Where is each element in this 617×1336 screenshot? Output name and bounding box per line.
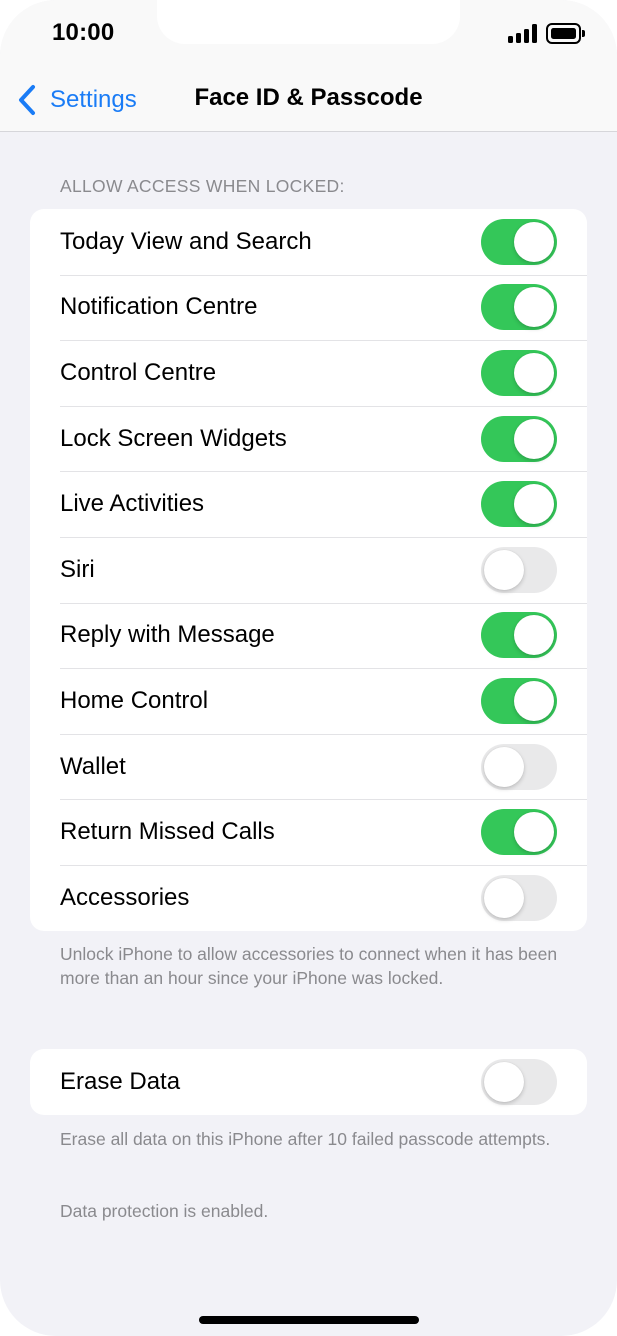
toggle-knob	[484, 877, 524, 918]
list-item-siri: Siri	[30, 536, 587, 603]
list-item-wallet: Wallet	[30, 733, 587, 800]
list-item-live-activities: Live Activities	[30, 471, 587, 537]
status-time: 10:00	[52, 19, 115, 46]
toggle-knob	[514, 615, 554, 656]
row-label: Siri	[60, 555, 95, 583]
toggle-today-view[interactable]	[481, 218, 557, 265]
toggle-lock-screen-widgets[interactable]	[481, 415, 557, 462]
toggle-control-centre[interactable]	[481, 349, 557, 396]
row-label: Wallet	[60, 752, 126, 780]
list-item-today-view: Today View and Search	[30, 209, 587, 275]
toggle-knob	[484, 1061, 524, 1102]
toggle-knob	[514, 287, 554, 328]
row-label: Reply with Message	[60, 621, 275, 649]
list-item-control-centre: Control Centre	[30, 340, 587, 406]
notch	[157, 0, 460, 44]
phone-screen: 10:00 Settings Face ID & Passcode ALLOW …	[0, 0, 617, 1336]
list-item-erase-data: Erase Data	[30, 1049, 587, 1115]
page-title: Face ID & Passcode	[194, 84, 423, 111]
data-protection-note: Data protection is enabled.	[60, 1201, 269, 1221]
list-item-accessories: Accessories	[30, 864, 587, 931]
row-label: Accessories	[60, 883, 190, 911]
navigation-bar: 10:00 Settings Face ID & Passcode	[0, 0, 617, 132]
accessories-footnote: Unlock iPhone to allow accessories to co…	[60, 944, 558, 988]
row-label: Today View and Search	[60, 227, 312, 255]
toggle-knob	[484, 549, 524, 590]
toggle-knob	[484, 746, 524, 787]
toggle-reply-with-message[interactable]	[481, 612, 557, 659]
list-item-notification-centre: Notification Centre	[30, 274, 587, 341]
row-label: Erase Data	[60, 1067, 181, 1095]
row-label: Live Activities	[60, 490, 205, 518]
row-label: Return Missed Calls	[60, 818, 275, 846]
row-label: Home Control	[60, 686, 209, 714]
toggle-return-missed-calls[interactable]	[481, 809, 557, 856]
toggle-knob	[514, 221, 554, 262]
toggle-accessories[interactable]	[481, 874, 557, 921]
erase-data-footnote: Erase all data on this iPhone after 10 f…	[60, 1129, 551, 1149]
list-item-home-control: Home Control	[30, 668, 587, 734]
lock-access-list: Today View and Search Notification Centr…	[30, 209, 587, 931]
row-label: Control Centre	[60, 358, 217, 386]
toggle-knob	[514, 812, 554, 853]
toggle-knob	[514, 352, 554, 393]
toggle-knob	[514, 418, 554, 459]
row-label: Notification Centre	[60, 293, 258, 321]
toggle-siri[interactable]	[481, 546, 557, 593]
toggle-knob	[514, 484, 554, 525]
erase-data-group: Erase Data	[30, 1049, 587, 1115]
toggle-live-activities[interactable]	[481, 481, 557, 528]
home-indicator[interactable]	[199, 1316, 419, 1324]
cellular-signal-icon	[508, 24, 538, 43]
list-item-reply-with-message: Reply with Message	[30, 602, 587, 669]
list-item-return-missed-calls: Return Missed Calls	[30, 799, 587, 865]
toggle-notification-centre[interactable]	[481, 284, 557, 331]
battery-icon	[546, 23, 586, 44]
list-item-lock-screen-widgets: Lock Screen Widgets	[30, 405, 587, 472]
row-label: Lock Screen Widgets	[60, 424, 287, 452]
section-header: ALLOW ACCESS WHEN LOCKED:	[60, 176, 345, 196]
toggle-knob	[514, 680, 554, 721]
toggle-erase-data[interactable]	[481, 1058, 557, 1105]
toggle-home-control[interactable]	[481, 677, 557, 724]
toggle-wallet[interactable]	[481, 743, 557, 790]
